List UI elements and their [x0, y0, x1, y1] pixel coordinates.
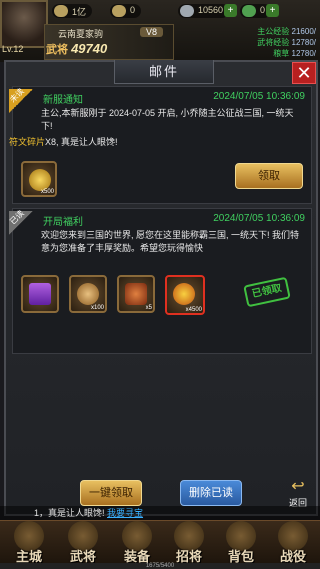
unread-ribbon: 未读	[8, 86, 33, 113]
resource-gold: 0	[110, 4, 142, 18]
top-hud: Lv.12 1亿 0 10560 + 0 + 云南夏家驹 V8 武将 49740…	[0, 0, 320, 62]
resource-value: 0	[260, 5, 266, 15]
attachment-name: 符文碎片	[9, 137, 46, 147]
silver-ingot-icon	[180, 5, 194, 17]
attachment-count: X8	[45, 137, 57, 147]
claim-button[interactable]: 领取	[235, 163, 303, 189]
bottom-nav: 主城 武将 装备 招将 背包 战役	[0, 520, 320, 569]
reward-item[interactable]	[21, 275, 59, 313]
item-count: x500	[40, 189, 54, 195]
stat-label: 武将经验	[257, 38, 290, 47]
stat-value: 12780/	[291, 38, 316, 47]
vip-badge[interactable]: V8	[140, 27, 164, 37]
player-avatar[interactable]	[0, 0, 48, 48]
power-value: 49740	[71, 41, 108, 56]
item-count: x4500	[185, 307, 202, 313]
treasure-chest-icon	[125, 283, 147, 305]
stat-label: 主公经验	[257, 27, 290, 36]
mail-status: 未读	[8, 86, 26, 105]
gift-box-icon	[29, 283, 51, 305]
resource-value: 1亿	[72, 7, 87, 17]
exp-bar: 1675/5400	[0, 563, 320, 569]
resource-silver: 10560 +	[178, 4, 238, 18]
mail-body: 欢迎您来到三国的世界, 愿您在这里能称霸三国, 一统天下! 我们特意为您准备了丰…	[41, 230, 300, 253]
claim-all-button[interactable]: 一键领取	[80, 480, 142, 506]
chat-text: 1，真是让人眼馋!	[34, 508, 105, 518]
resource-value: 10560	[198, 5, 224, 15]
power-label: 武将	[46, 44, 68, 56]
attachment-text: , 真是让人眼馋!	[56, 137, 118, 147]
stat-value: 21600/	[291, 27, 316, 36]
stat-value: 12780/	[291, 49, 316, 58]
resource-coin: 1亿	[52, 4, 93, 18]
reward-item[interactable]: x100	[69, 275, 107, 313]
stat-label: 粮草	[273, 49, 290, 58]
gold-ingot-icon	[112, 5, 126, 17]
back-arrow-icon: ↩	[291, 478, 305, 495]
read-ribbon: 已读	[8, 208, 33, 235]
mail-item[interactable]: 未读 新服通知 2024/07/05 10:36:09 主公,本新服刚于 202…	[8, 86, 312, 204]
reward-item[interactable]: x500	[21, 161, 57, 197]
mail-title: 新服通知	[43, 95, 83, 106]
scroll-icon	[77, 283, 99, 305]
chat-ticker[interactable]: 1，真是让人眼馋! 我要寻宝	[0, 506, 320, 520]
mail-panel: 邮件 ✕ 未读 新服通知 2024/07/05 10:36:09 主公,本新服刚…	[4, 60, 318, 516]
resource-value: 0	[130, 5, 136, 15]
resource-jade: 0 +	[240, 4, 280, 18]
panel-title: 邮件	[114, 60, 214, 84]
power-display: 武将 49740	[46, 41, 107, 57]
item-count: x100	[90, 305, 104, 311]
add-jade-button[interactable]: +	[266, 4, 280, 17]
add-silver-button[interactable]: +	[224, 4, 238, 17]
mail-status: 已读	[8, 208, 26, 227]
player-level: Lv.12	[2, 44, 24, 54]
stat-row: 主公经验 21600/	[257, 26, 316, 37]
mail-time: 2024/07/05 10:36:09	[213, 91, 305, 102]
mail-attachment-note: 符文碎片X8, 真是让人眼馋!	[9, 135, 118, 148]
mail-time: 2024/07/05 10:36:09	[213, 213, 305, 224]
item-count: x5	[145, 305, 152, 311]
close-button[interactable]: ✕	[292, 62, 316, 84]
player-nickname: 云南夏家驹	[58, 29, 104, 39]
gold-ingot-icon	[29, 169, 51, 191]
vip-coin-icon	[173, 283, 195, 305]
reward-item[interactable]: x5	[117, 275, 155, 313]
coin-icon	[54, 5, 68, 17]
player-stats: 主公经验 21600/ 武将经验 12780/ 粮草 12780/	[257, 26, 316, 59]
mail-item[interactable]: 已读 开局福利 2024/07/05 10:36:09 欢迎您来到三国的世界, …	[8, 208, 312, 354]
jade-icon	[242, 5, 256, 17]
mail-body: 主公,本新服刚于 2024-07-05 开启, 小乔随主公征战三国, 一统天下!	[41, 108, 294, 131]
stat-row: 武将经验 12780/	[257, 37, 316, 48]
delete-read-button[interactable]: 删除已读	[180, 480, 242, 506]
stat-row: 粮草 12780/	[257, 48, 316, 59]
chat-link[interactable]: 我要寻宝	[107, 508, 143, 518]
mail-title: 开局福利	[43, 217, 83, 228]
reward-item[interactable]: x4500	[165, 275, 205, 315]
claimed-stamp: 已领取	[243, 276, 291, 308]
